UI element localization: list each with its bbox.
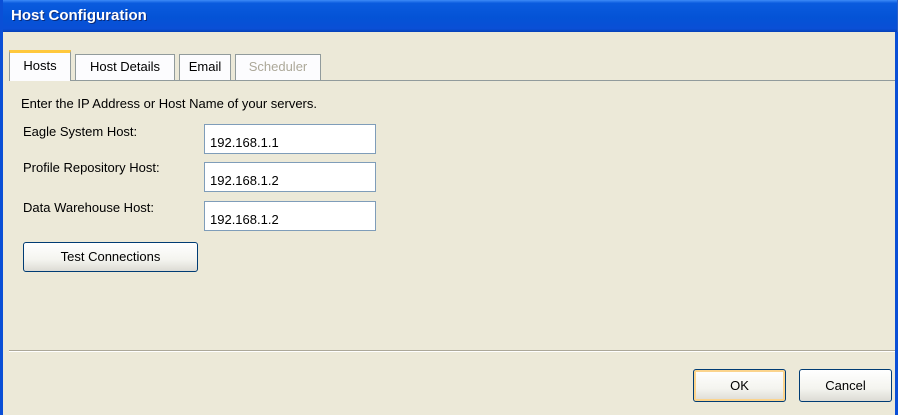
tab-hosts[interactable]: Hosts [9, 50, 71, 81]
hosts-tab-panel [9, 80, 898, 350]
host-configuration-window: Host Configuration Hosts Host Details Em… [0, 0, 898, 415]
test-connections-button[interactable]: Test Connections [23, 242, 198, 272]
data-warehouse-host-input[interactable] [204, 201, 376, 231]
window-title: Host Configuration [11, 7, 147, 24]
footer-separator [9, 350, 898, 352]
profile-repository-host-label: Profile Repository Host: [23, 160, 160, 175]
ok-button[interactable]: OK [693, 369, 786, 402]
profile-repository-host-input[interactable] [204, 162, 376, 192]
tab-host-details[interactable]: Host Details [75, 54, 175, 80]
eagle-system-host-input[interactable] [204, 124, 376, 154]
data-warehouse-host-label: Data Warehouse Host: [23, 200, 155, 215]
eagle-system-host-label: Eagle System Host: [23, 124, 138, 139]
instructions-text: Enter the IP Address or Host Name of you… [21, 96, 317, 111]
cancel-button[interactable]: Cancel [799, 369, 892, 402]
tab-scheduler: Scheduler [235, 54, 321, 80]
tab-email[interactable]: Email [179, 54, 231, 80]
title-bar[interactable]: Host Configuration [3, 0, 898, 32]
